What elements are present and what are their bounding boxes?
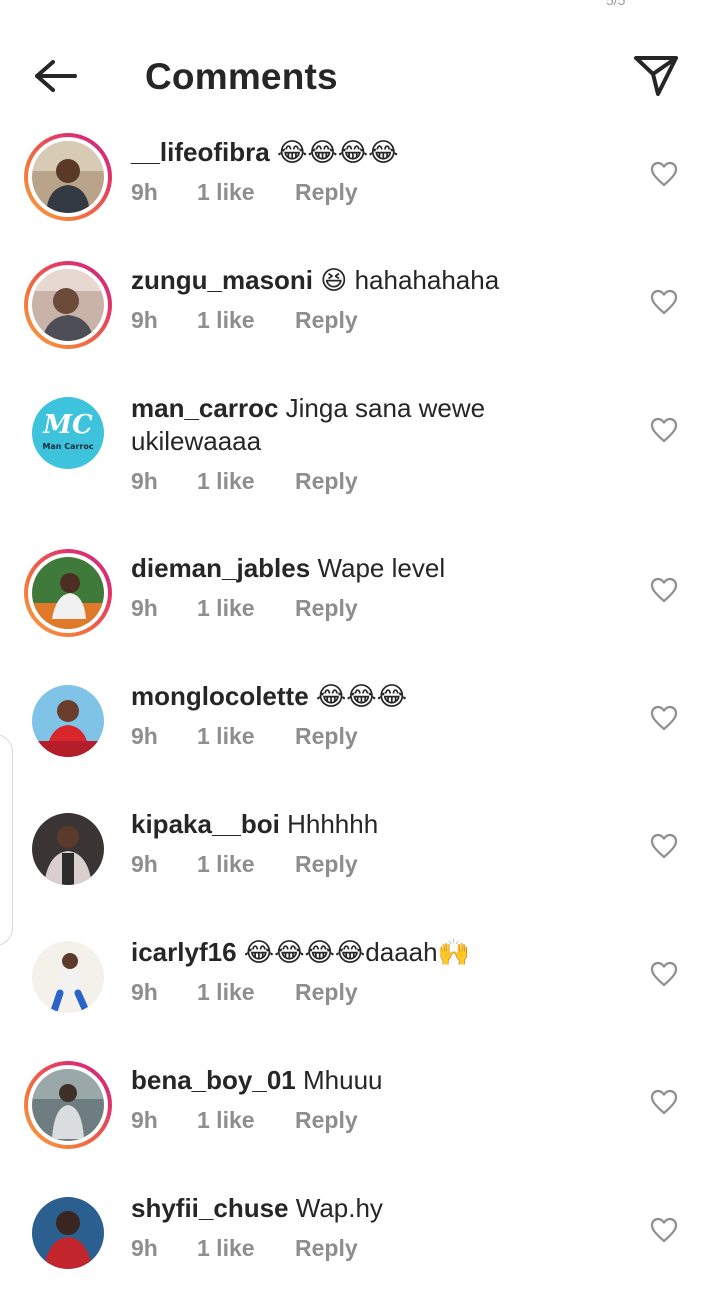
comment-row: kipaka__boi Hhhhhh 9h 1 like Reply: [0, 800, 720, 928]
reply-button[interactable]: Reply: [295, 723, 358, 750]
comment-time: 9h: [131, 179, 158, 205]
comment-text: Mhuuu: [302, 1065, 383, 1095]
reply-button[interactable]: Reply: [295, 979, 358, 1006]
comment-row: bena_boy_01 Mhuuu 9h 1 like Reply: [0, 1056, 720, 1184]
heart-outline-icon[interactable]: [650, 705, 678, 731]
comment-time: 9h: [131, 979, 158, 1005]
avatar[interactable]: MC Man Carroc: [24, 389, 112, 477]
comment-username[interactable]: icarlyf16: [131, 937, 237, 967]
comment-username[interactable]: zungu_masoni: [131, 265, 313, 295]
comment-time: 9h: [131, 468, 158, 494]
comment-body: man_carroc Jinga sana wewe ukilewaaaa 9h…: [131, 392, 601, 495]
comment-body: dieman_jables Wape level 9h 1 like Reply: [131, 552, 601, 622]
comment-username[interactable]: bena_boy_01: [131, 1065, 296, 1095]
comment-row: zungu_masoni 😆 hahahahaha 9h 1 like Repl…: [0, 256, 720, 384]
comment-body: __lifeofibra 😂😂😂😂 9h 1 like Reply: [131, 136, 601, 206]
arrow-left-icon: [31, 58, 79, 99]
comment-time: 9h: [131, 1235, 158, 1261]
comment-username[interactable]: __lifeofibra: [131, 137, 270, 167]
comment-likes[interactable]: 1 like: [197, 1107, 295, 1134]
comment-text: 😆 hahahahaha: [320, 265, 500, 295]
reply-button[interactable]: Reply: [295, 595, 358, 622]
svg-text:MC: MC: [42, 410, 93, 440]
comment-text: 😂😂😂: [315, 681, 408, 711]
comment-row: MC Man Carroc man_carroc Jinga sana wewe …: [0, 384, 720, 544]
comment-row: __lifeofibra 😂😂😂😂 9h 1 like Reply: [0, 128, 720, 256]
share-button[interactable]: [628, 52, 684, 104]
comment-time: 9h: [131, 851, 158, 877]
avatar[interactable]: [24, 805, 112, 893]
comment-time: 9h: [131, 595, 158, 621]
comment-username[interactable]: shyfii_chuse: [131, 1193, 289, 1223]
comment-body: kipaka__boi Hhhhhh 9h 1 like Reply: [131, 808, 601, 878]
comment-likes[interactable]: 1 like: [197, 723, 295, 750]
comment-text: Wape level: [317, 553, 446, 583]
comment-text: Hhhhhh: [287, 809, 379, 839]
page-title: Comments: [145, 56, 338, 97]
comment-time: 9h: [131, 723, 158, 749]
reply-button[interactable]: Reply: [295, 1107, 358, 1134]
comment-username[interactable]: dieman_jables: [131, 553, 310, 583]
comment-likes[interactable]: 1 like: [197, 979, 295, 1006]
comment-likes[interactable]: 1 like: [197, 851, 295, 878]
heart-outline-icon[interactable]: [650, 417, 678, 443]
comment-row: dieman_jables Wape level 9h 1 like Reply: [0, 544, 720, 672]
comment-body: bena_boy_01 Mhuuu 9h 1 like Reply: [131, 1064, 601, 1134]
heart-outline-icon[interactable]: [650, 833, 678, 859]
avatar[interactable]: [24, 933, 112, 1021]
heart-outline-icon[interactable]: [650, 577, 678, 603]
heart-outline-icon[interactable]: [650, 161, 678, 187]
reply-button[interactable]: Reply: [295, 179, 358, 206]
comment-body: monglocolette 😂😂😂 9h 1 like Reply: [131, 680, 601, 750]
comment-text: 😂😂😂😂daaah🙌: [243, 937, 470, 967]
header-bar: Comments: [0, 40, 720, 116]
avatar[interactable]: [24, 133, 112, 221]
heart-outline-icon[interactable]: [650, 1217, 678, 1243]
comment-username[interactable]: monglocolette: [131, 681, 309, 711]
comment-likes[interactable]: 1 like: [197, 307, 295, 334]
avatar-brand-text: Man Carroc: [42, 442, 93, 451]
comment-username[interactable]: man_carroc: [131, 393, 278, 423]
comment-text: 😂😂😂😂: [276, 137, 399, 167]
status-bar-fragment: 5/5: [606, 0, 626, 8]
comment-username[interactable]: kipaka__boi: [131, 809, 280, 839]
comment-row: icarlyf16 😂😂😂😂daaah🙌 9h 1 like Reply: [0, 928, 720, 1056]
heart-outline-icon[interactable]: [650, 961, 678, 987]
avatar[interactable]: [24, 1061, 112, 1149]
heart-outline-icon[interactable]: [650, 1089, 678, 1115]
avatar[interactable]: [24, 261, 112, 349]
comment-time: 9h: [131, 1107, 158, 1133]
comment-text: Wap.hy: [295, 1193, 383, 1223]
comment-likes[interactable]: 1 like: [197, 595, 295, 622]
reply-button[interactable]: Reply: [295, 851, 358, 878]
comment-likes[interactable]: 1 like: [197, 468, 295, 495]
avatar[interactable]: [24, 1189, 112, 1277]
avatar[interactable]: [24, 549, 112, 637]
avatar[interactable]: [24, 677, 112, 765]
comment-likes[interactable]: 1 like: [197, 1235, 295, 1262]
comment-list[interactable]: __lifeofibra 😂😂😂😂 9h 1 like Reply zungu_…: [0, 128, 720, 1312]
reply-button[interactable]: Reply: [295, 468, 358, 495]
comment-time: 9h: [131, 307, 158, 333]
back-button[interactable]: [26, 54, 84, 102]
comment-row: shyfii_chuse Wap.hy 9h 1 like Reply: [0, 1184, 720, 1312]
edge-panel-handle[interactable]: [0, 734, 13, 946]
comment-body: zungu_masoni 😆 hahahahaha 9h 1 like Repl…: [131, 264, 601, 334]
comment-body: icarlyf16 😂😂😂😂daaah🙌 9h 1 like Reply: [131, 936, 601, 1006]
heart-outline-icon[interactable]: [650, 289, 678, 315]
comment-likes[interactable]: 1 like: [197, 179, 295, 206]
reply-button[interactable]: Reply: [295, 1235, 358, 1262]
comment-row: monglocolette 😂😂😂 9h 1 like Reply: [0, 672, 720, 800]
comment-body: shyfii_chuse Wap.hy 9h 1 like Reply: [131, 1192, 601, 1262]
reply-button[interactable]: Reply: [295, 307, 358, 334]
paper-plane-icon: [633, 54, 679, 103]
